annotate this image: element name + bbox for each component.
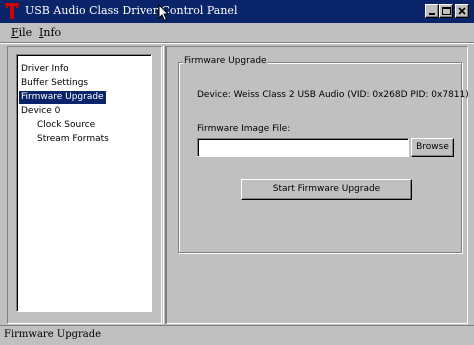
- menu-info-label: nfo: [43, 26, 62, 39]
- menu-file-label: ile: [18, 26, 33, 39]
- minimize-icon: [429, 13, 435, 15]
- mouse-cursor-icon: [158, 4, 170, 22]
- minimize-button[interactable]: [425, 4, 439, 18]
- window-title: USB Audio Class Driver Control Panel: [25, 4, 238, 17]
- content-pane: Device: Weiss Class 2 USB Audio (VID: 0x…: [166, 46, 469, 324]
- navigation-pane: Driver Info Buffer Settings Firmware Upg…: [7, 46, 162, 324]
- firmware-file-input[interactable]: [197, 138, 409, 157]
- main-window: USB Audio Class Driver Control Panel Fil…: [0, 0, 474, 345]
- settings-tree[interactable]: Driver Info Buffer Settings Firmware Upg…: [16, 54, 152, 312]
- menu-file-mnemonic: F: [11, 26, 19, 39]
- firmware-group-title: Firmware Upgrade: [183, 56, 268, 66]
- tree-item-stream-formats[interactable]: Stream Formats: [35, 133, 111, 146]
- close-button[interactable]: [455, 4, 469, 18]
- status-text: Firmware Upgrade: [4, 329, 102, 340]
- tree-item-driver-info[interactable]: Driver Info: [19, 63, 71, 76]
- tree-item-clock-source[interactable]: Clock Source: [35, 119, 97, 132]
- maximize-icon: [442, 7, 451, 15]
- menu-separator: [0, 42, 474, 44]
- tree-item-buffer-settings[interactable]: Buffer Settings: [19, 77, 90, 90]
- close-icon: [458, 7, 466, 15]
- status-bar: Firmware Upgrade: [0, 325, 474, 345]
- start-firmware-upgrade-button[interactable]: Start Firmware Upgrade: [241, 179, 412, 200]
- menu-info[interactable]: Info: [39, 26, 61, 39]
- firmware-file-label: Firmware Image File:: [197, 124, 291, 134]
- device-info-text: Device: Weiss Class 2 USB Audio (VID: 0x…: [197, 90, 469, 100]
- menu-file[interactable]: File: [11, 26, 32, 39]
- menu-bar: File Info: [0, 23, 474, 42]
- title-bar[interactable]: USB Audio Class Driver Control Panel: [0, 0, 474, 23]
- tree-item-firmware-upgrade[interactable]: Firmware Upgrade: [19, 91, 106, 104]
- maximize-button[interactable]: [439, 4, 453, 18]
- tree-item-device-0[interactable]: Device 0: [19, 105, 62, 118]
- browse-button[interactable]: Browse: [411, 138, 454, 157]
- firmware-upgrade-group: Device: Weiss Class 2 USB Audio (VID: 0x…: [178, 62, 469, 253]
- app-logo-icon: [5, 3, 19, 19]
